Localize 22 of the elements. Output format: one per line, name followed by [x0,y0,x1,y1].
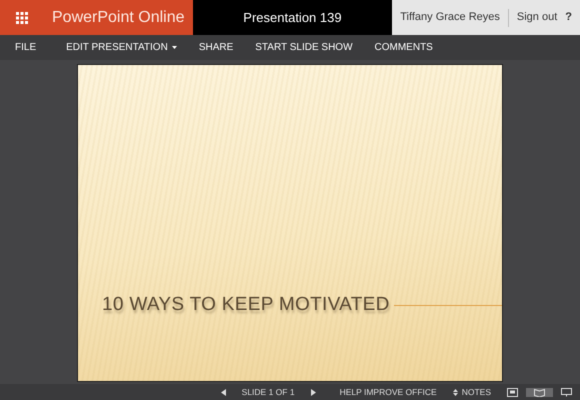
menu-item[interactable]: FILE [4,35,48,60]
sign-out-link[interactable]: Sign out [516,9,558,26]
previous-slide-icon[interactable] [220,388,226,396]
next-slide-icon[interactable] [310,388,316,396]
document-title: Presentation 139 [243,8,342,27]
help-improve-link[interactable]: HELP IMPROVE OFFICE [340,386,437,398]
menu-item[interactable]: EDIT PRESENTATION [55,35,188,60]
menu-item[interactable]: START SLIDE SHOW [244,35,364,60]
slide-title: 10 WAYS TO KEEP MOTIVATED [102,293,390,317]
normal-view-icon[interactable] [507,388,518,396]
notes-button[interactable]: NOTES [452,386,491,398]
reading-view-icon[interactable] [526,388,553,396]
caret-icon [172,46,177,49]
app-name: PowerPoint Online [52,8,185,28]
expand-collapse-icon [452,388,458,396]
menu-item[interactable]: SHARE [188,35,244,60]
menu-item[interactable]: COMMENTS [364,35,444,60]
slide-counter: SLIDE 1 OF 1 [242,386,295,398]
user-name[interactable]: Tiffany Grace Reyes [400,9,500,26]
help-button[interactable]: ? [557,9,572,26]
slideshow-view-icon[interactable] [561,388,572,396]
app-launcher-icon[interactable] [16,12,28,24]
